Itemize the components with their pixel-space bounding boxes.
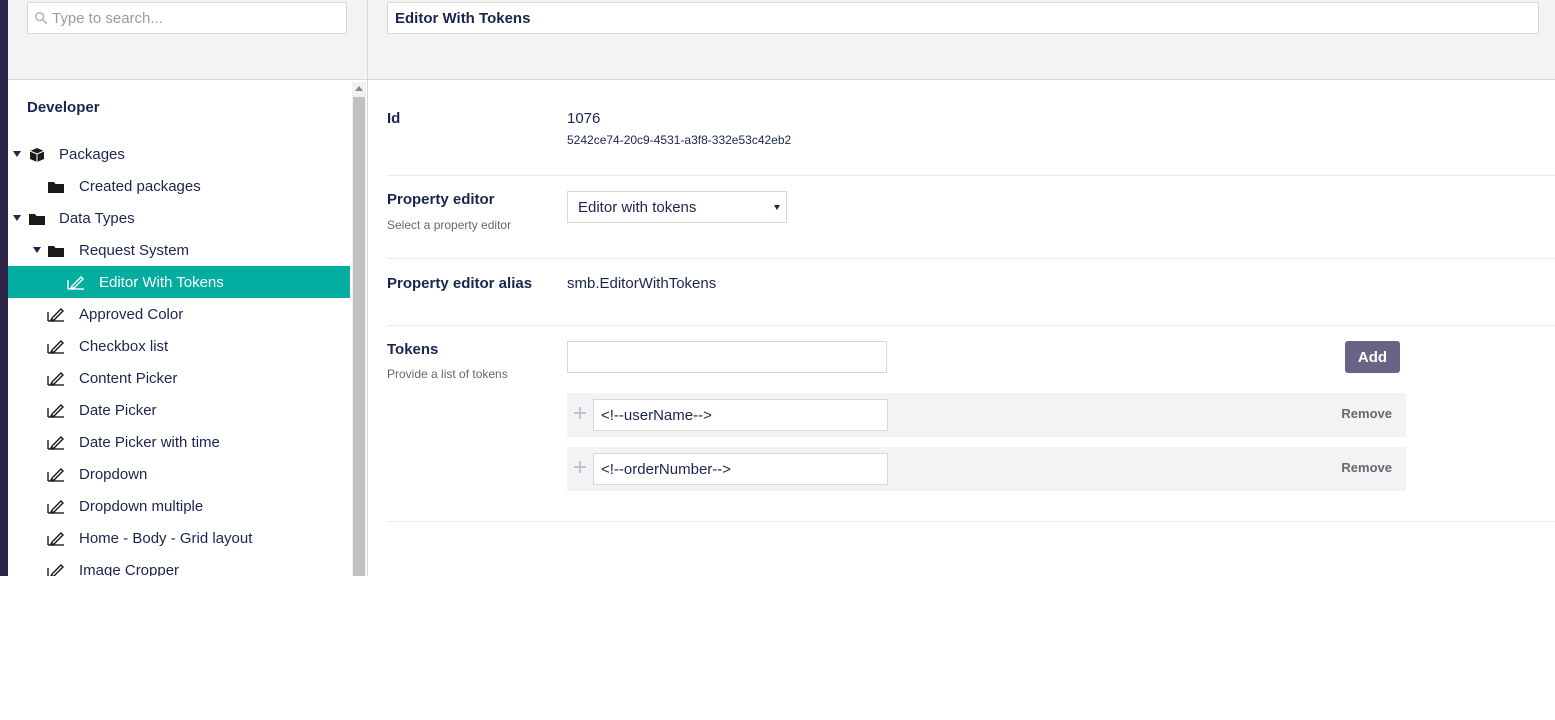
sidebar: Developer Packages Created packages Data… — [8, 0, 367, 576]
property-label: Id — [387, 110, 401, 127]
tree-item-packages[interactable]: Packages — [8, 138, 350, 170]
property-label: Property editor alias — [387, 275, 533, 292]
package-icon — [29, 148, 45, 162]
tree-item-label: Home - Body - Grid layout — [79, 529, 253, 547]
tree-item-date-picker-with-time[interactable]: Date Picker with time — [8, 426, 350, 458]
caret-down-icon[interactable] — [13, 151, 21, 157]
tree-item-created-packages[interactable]: Created packages — [8, 170, 350, 202]
datatype-icon — [47, 372, 64, 386]
tree-item-label: Dropdown — [79, 465, 148, 483]
tree-item-label: Created packages — [79, 177, 201, 195]
tree-item-approved-color[interactable]: Approved Color — [8, 298, 350, 330]
tree-item-label: Date Picker with time — [79, 433, 220, 451]
remove-token-button[interactable]: Remove — [1341, 460, 1392, 475]
scrollbar-thumb[interactable] — [353, 97, 365, 576]
editor-panel: Id 1076 5242ce74-20c9-4531-a3f8-332e53c4… — [368, 0, 1555, 576]
folder-icon — [48, 246, 64, 257]
sidebar-header — [8, 0, 367, 80]
token-row: <!--userName--> Remove — [567, 393, 1406, 437]
alias-value: smb.EditorWithTokens — [567, 275, 717, 292]
property-label: Tokens — [387, 341, 439, 358]
property-description: Select a property editor — [387, 218, 512, 232]
select-value: Editor with tokens — [578, 198, 697, 216]
chevron-down-icon — [774, 205, 780, 210]
datatype-icon — [47, 500, 64, 514]
property-editor-select[interactable]: Editor with tokens — [567, 191, 787, 223]
caret-down-icon[interactable] — [13, 215, 21, 221]
folder-icon — [29, 214, 45, 225]
add-token-button[interactable]: Add — [1345, 341, 1400, 373]
token-value-input[interactable]: <!--userName--> — [593, 399, 888, 431]
datatype-icon — [47, 468, 64, 482]
datatype-icon — [47, 436, 64, 450]
tree-item-label: Checkbox list — [79, 337, 169, 355]
datatype-icon — [47, 564, 64, 576]
tree-item-dropdown-multiple[interactable]: Dropdown multiple — [8, 490, 350, 522]
tree-item-content-picker[interactable]: Content Picker — [8, 362, 350, 394]
drag-handle-icon[interactable] — [574, 407, 586, 419]
scroll-up-icon[interactable] — [355, 86, 363, 91]
folder-icon — [48, 182, 64, 193]
property-tokens-row: Tokens Provide a list of tokens Add <!--… — [387, 326, 1555, 522]
datatype-icon — [67, 276, 84, 290]
tree-item-label: Content Picker — [79, 369, 178, 387]
tree-item-label: Editor With Tokens — [99, 273, 224, 291]
tree-item-label: Approved Color — [79, 305, 184, 323]
search-icon — [35, 12, 48, 25]
datatype-icon — [47, 340, 64, 354]
property-alias-row: Property editor alias smb.EditorWithToke… — [387, 259, 1555, 326]
tree-item-label: Packages — [59, 145, 125, 163]
editor-header — [368, 0, 1555, 80]
datatype-name-input[interactable] — [387, 2, 1539, 34]
datatype-icon — [47, 404, 64, 418]
remove-token-button[interactable]: Remove — [1341, 406, 1392, 421]
tree-item-label: Image Cropper — [79, 561, 180, 577]
tree-item-label: Date Picker — [79, 401, 157, 419]
tree-item-label: Request System — [79, 241, 190, 259]
property-label: Property editor — [387, 191, 495, 208]
tree-item-data-types[interactable]: Data Types — [8, 202, 350, 234]
app-window: Developer Packages Created packages Data… — [0, 0, 1555, 720]
property-id: Id 1076 5242ce74-20c9-4531-a3f8-332e53c4… — [387, 96, 1555, 176]
tree: Packages Created packages Data Types Req… — [8, 138, 350, 576]
datatype-icon — [47, 532, 64, 546]
token-row: <!--orderNumber--> Remove — [567, 447, 1406, 491]
tree-item-dropdown[interactable]: Dropdown — [8, 458, 350, 490]
tree-item-image-cropper[interactable]: Image Cropper — [8, 554, 350, 576]
search-box[interactable] — [27, 2, 347, 34]
token-value-input[interactable]: <!--orderNumber--> — [593, 453, 888, 485]
guid-value: 5242ce74-20c9-4531-a3f8-332e53c42eb2 — [567, 133, 792, 147]
search-input[interactable] — [52, 9, 332, 27]
tree-item-editor-with-tokens[interactable]: Editor With Tokens — [8, 266, 350, 298]
section-strip — [0, 0, 8, 576]
tree-item-date-picker[interactable]: Date Picker — [8, 394, 350, 426]
tree-item-label: Data Types — [59, 209, 135, 227]
caret-down-icon[interactable] — [33, 247, 41, 253]
sidebar-scrollbar[interactable] — [352, 82, 366, 576]
tree-item-home-body-grid-layout[interactable]: Home - Body - Grid layout — [8, 522, 350, 554]
property-description: Provide a list of tokens — [387, 367, 508, 381]
new-token-input[interactable] — [567, 341, 887, 373]
property-editor-row: Property editor Select a property editor… — [387, 176, 1555, 259]
tree-title: Developer — [27, 99, 100, 116]
datatype-icon — [47, 308, 64, 322]
id-value: 1076 — [567, 110, 601, 127]
tree-item-checkbox-list[interactable]: Checkbox list — [8, 330, 350, 362]
tree-item-request-system[interactable]: Request System — [8, 234, 350, 266]
tree-item-label: Dropdown multiple — [79, 497, 204, 515]
drag-handle-icon[interactable] — [574, 461, 586, 473]
